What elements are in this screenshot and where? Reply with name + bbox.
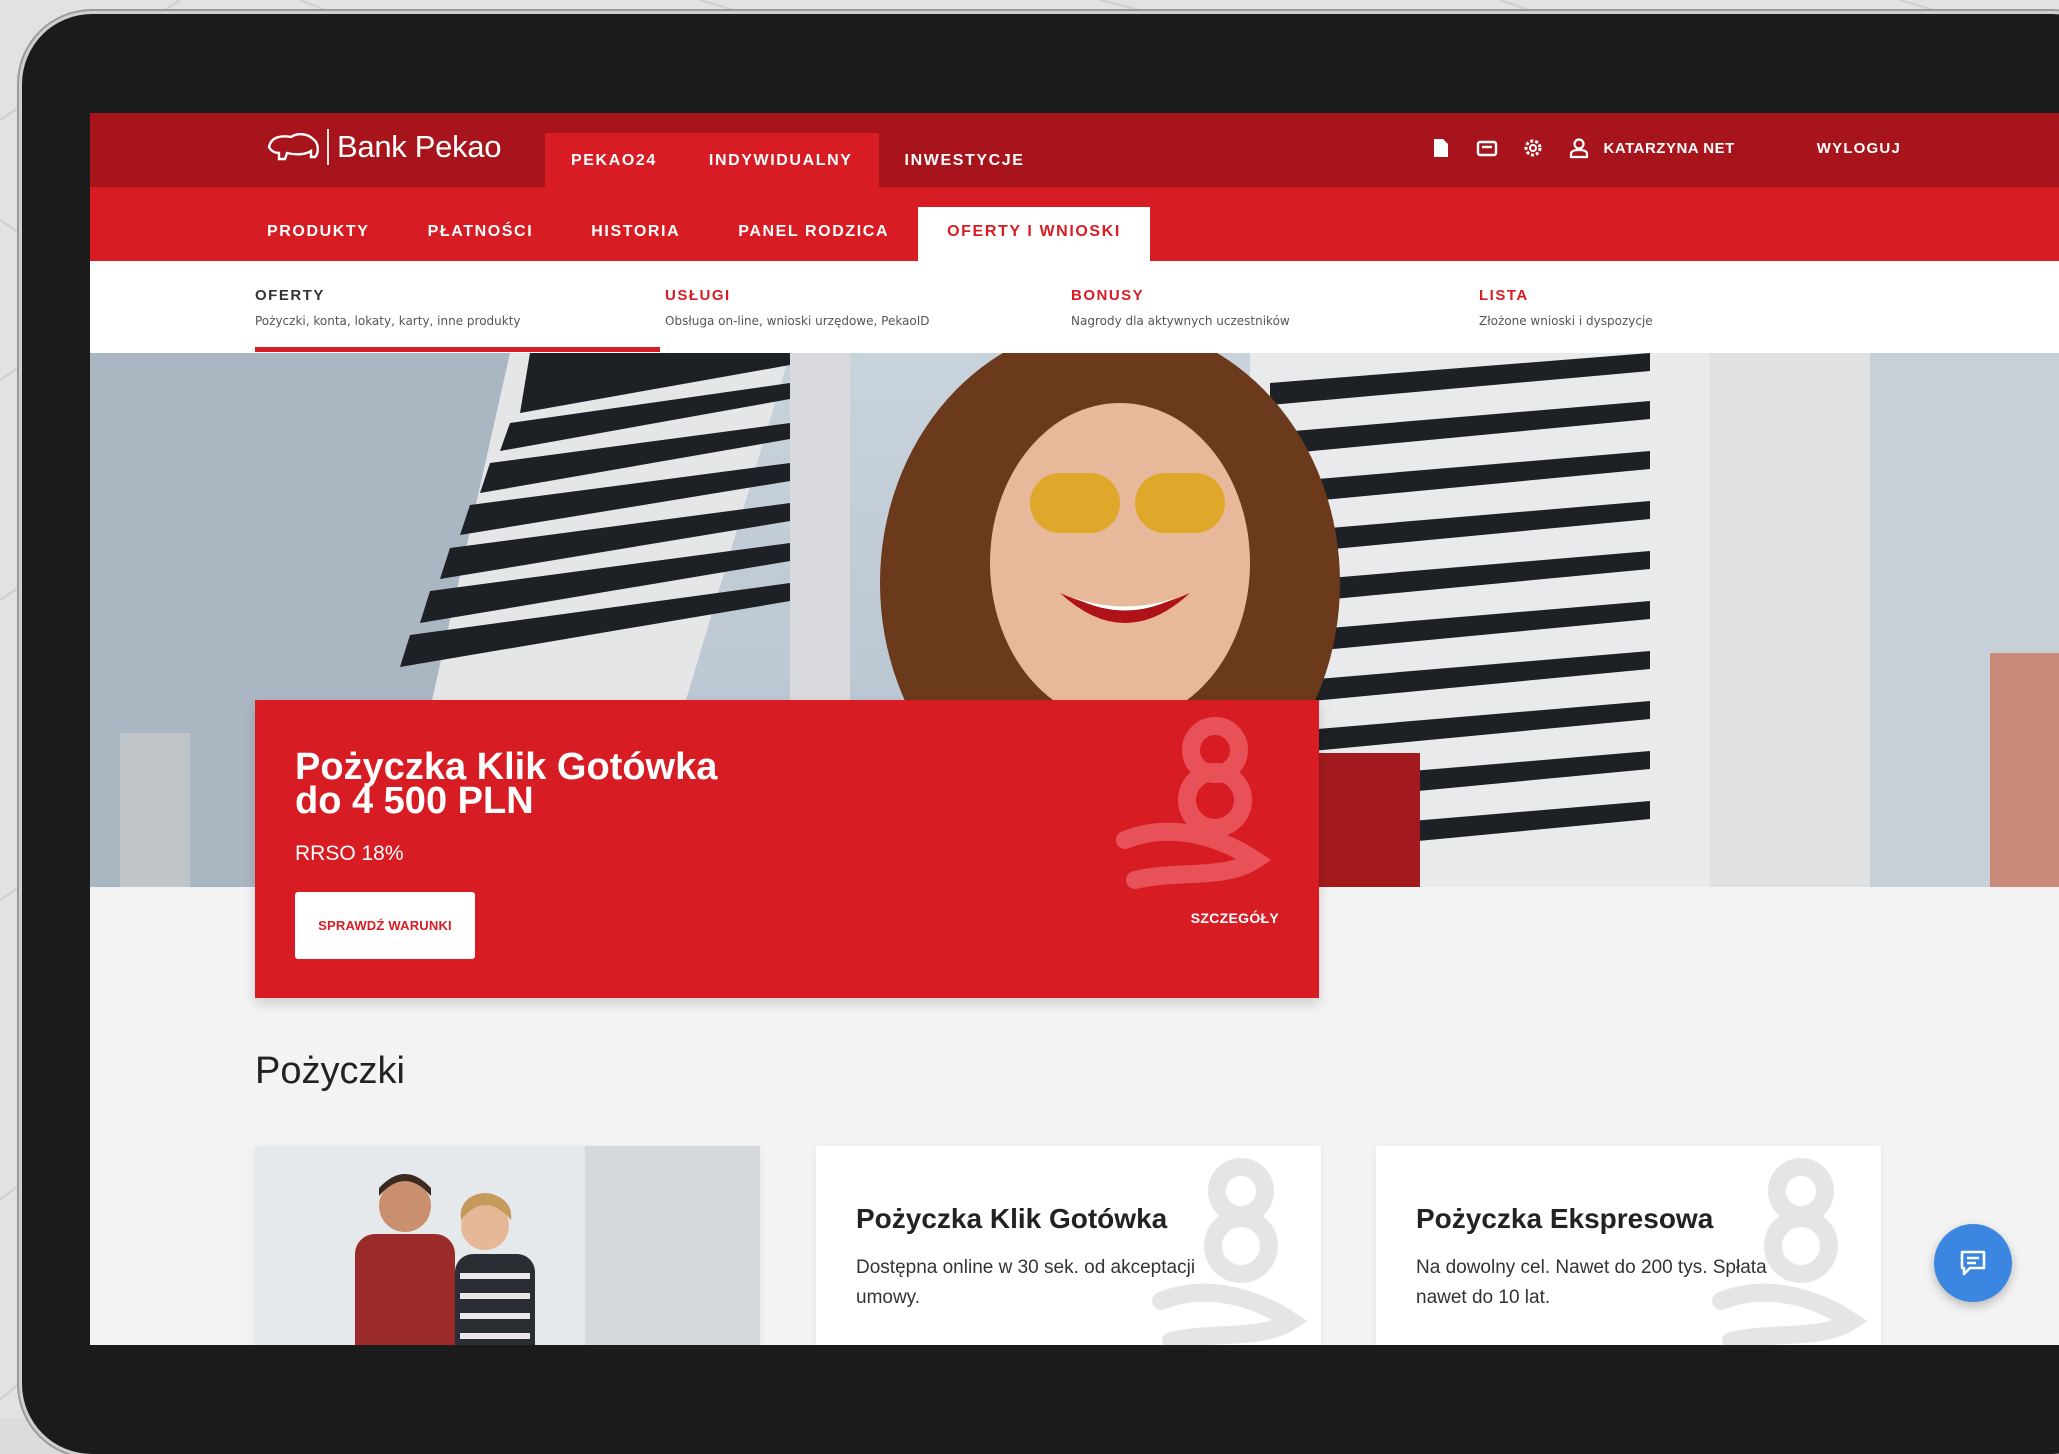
section-navigation: OFERTY Pożyczki, konta, lokaty, karty, i… [90,261,2059,353]
card-description: Na dowolny cel. Nawet do 200 tys. Spłata… [1416,1257,1767,1308]
promo-banner: Pożyczka Klik Gotówka do 4 500 PLN RRSO … [255,700,1319,998]
section-uslugi-subtitle: Obsługa on-line, wnioski urzędowe, Pekao… [665,314,930,328]
document-icon[interactable] [1428,135,1454,161]
check-terms-button[interactable]: SPRAWDŹ WARUNKI [295,892,475,959]
nav-produkty[interactable]: PRODUKTY [238,207,399,261]
loan-card-klik-gotowka[interactable]: Pożyczka Klik Gotówka Dostępna online w … [816,1146,1321,1345]
promo-rrso: RRSO 18% [295,842,404,865]
mail-icon[interactable] [1474,135,1500,161]
card-title: Pożyczka Klik Gotówka [856,1203,1168,1234]
nav-panel-rodzica[interactable]: PANEL RODZICA [709,207,918,261]
section-uslugi[interactable]: USŁUGI Obsługa on-line, wnioski urzędowe… [665,287,1065,328]
section-bonusy-subtitle: Nagrody dla aktywnych uczestników [1071,314,1290,328]
nav-historia[interactable]: HISTORIA [562,207,709,261]
loan-hand-icon [1152,1158,1308,1345]
card-description: Dostępna online w 30 sek. od akceptacji … [856,1257,1196,1308]
logo-separator [327,129,329,165]
bank-logo[interactable]: Bank Pekao [265,129,501,165]
couple-photo [255,1146,760,1345]
tablet-device-frame: Bank Pekao PEKAO24 INDYWIDUALNY INWESTYC… [22,14,2059,1454]
logout-link[interactable]: WYLOGUJ [1817,140,1901,157]
section-lista[interactable]: LISTA Złożone wnioski i dyspozycje [1479,287,1879,328]
section-bonusy[interactable]: BONUSY Nagrody dla aktywnych uczestników [1071,287,1471,328]
top-tabs: PEKAO24 INDYWIDUALNY INWESTYCJE [545,133,1051,187]
tab-indywidualny[interactable]: INDYWIDUALNY [682,133,879,187]
card-title: Pożyczka Ekspresowa [1416,1203,1714,1234]
tab-inwestycje[interactable]: INWESTYCJE [879,133,1051,187]
section-heading: Pożyczki [255,1050,405,1092]
section-uslugi-title: USŁUGI [665,287,731,304]
section-lista-title: LISTA [1479,287,1529,304]
active-section-underline [255,347,660,352]
top-bar: Bank Pekao PEKAO24 INDYWIDUALNY INWESTYC… [90,113,2059,187]
chat-button[interactable] [1934,1224,2012,1302]
settings-icon[interactable] [1520,135,1546,161]
section-lista-subtitle: Złożone wnioski i dyspozycje [1479,314,1653,328]
tab-pekao24[interactable]: PEKAO24 [545,133,683,187]
section-oferty[interactable]: OFERTY Pożyczki, konta, lokaty, karty, i… [255,287,655,328]
promo-title: Pożyczka Klik Gotówka do 4 500 PLN [295,746,995,822]
loan-hand-icon [1116,717,1272,889]
nav-oferty-i-wnioski[interactable]: OFERTY I WNIOSKI [918,207,1150,261]
promo-title-line-1: Pożyczka Klik Gotówka [295,746,718,788]
loan-card-image[interactable] [255,1146,760,1345]
user-name[interactable]: KATARZYNA NET [1604,140,1735,157]
nav-platnosci[interactable]: PŁATNOŚCI [399,207,563,261]
section-bonusy-title: BONUSY [1071,287,1145,304]
details-link[interactable]: SZCZEGÓŁY [1191,910,1279,926]
section-oferty-subtitle: Pożyczki, konta, lokaty, karty, inne pro… [255,314,521,328]
promo-title-line-2: do 4 500 PLN [295,780,534,822]
user-bar: KATARZYNA NET WYLOGUJ [1428,135,1901,161]
section-oferty-title: OFERTY [255,287,325,304]
brand-name: Bank Pekao [337,129,502,164]
loan-hand-icon [1712,1158,1868,1345]
browser-screen: Bank Pekao PEKAO24 INDYWIDUALNY INWESTYC… [90,113,2059,1345]
sub-navigation: PRODUKTY PŁATNOŚCI HISTORIA PANEL RODZIC… [90,187,2059,261]
chat-icon [1960,1250,1986,1276]
user-icon[interactable] [1566,135,1592,161]
bison-logo-icon [267,133,319,161]
loan-card-ekspresowa[interactable]: Pożyczka Ekspresowa Na dowolny cel. Nawe… [1376,1146,1881,1345]
